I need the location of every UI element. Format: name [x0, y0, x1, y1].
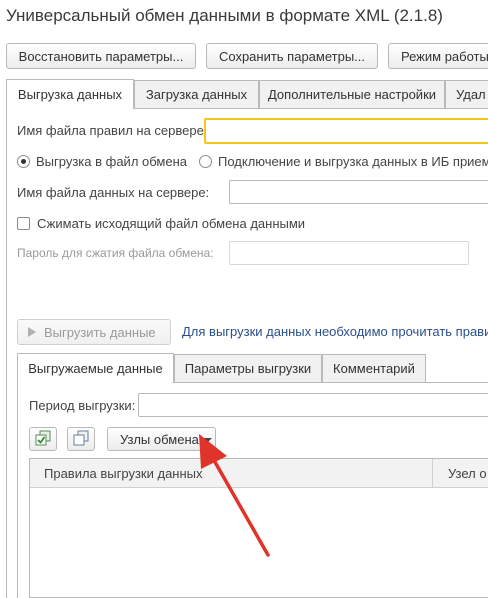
subtab-exported-data[interactable]: Выгружаемые данные [17, 353, 174, 383]
tab-export[interactable]: Выгрузка данных [6, 79, 134, 109]
